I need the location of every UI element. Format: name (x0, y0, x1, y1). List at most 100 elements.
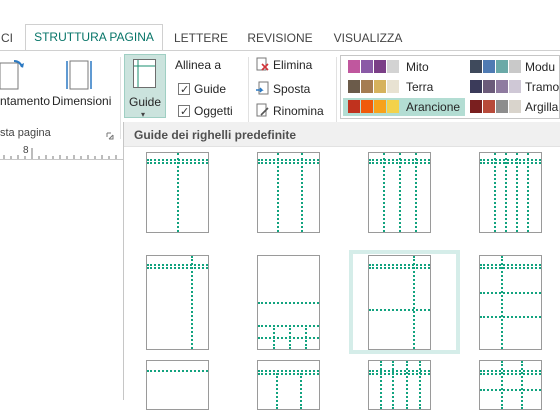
ribbon-tabs: CI STRUTTURA PAGINA LETTERE REVISIONE VI… (0, 0, 560, 51)
guide-preset[interactable] (479, 360, 542, 410)
swatch (374, 100, 386, 113)
guide-line (480, 316, 541, 318)
guide-line (276, 373, 278, 409)
guide-preset[interactable] (257, 360, 320, 410)
scheme-label: Modu (525, 60, 556, 74)
guide-line (501, 256, 503, 349)
swatch (470, 100, 482, 113)
scheme-tramonto[interactable]: Tramo (467, 78, 560, 96)
swatch (348, 100, 360, 113)
dialog-launcher-icon[interactable] (106, 129, 114, 140)
guide-line (415, 153, 417, 232)
swatch (509, 60, 521, 73)
guide-preset[interactable] (146, 152, 209, 233)
guide-line (191, 256, 193, 349)
guide-preset[interactable] (368, 360, 431, 410)
swatch (387, 100, 399, 113)
guide-line (501, 361, 503, 409)
guide-line (380, 361, 382, 409)
guide-line (383, 153, 385, 232)
scheme-mito[interactable]: Mito (343, 58, 465, 76)
scheme-arancione[interactable]: Arancione (343, 98, 465, 116)
workspace (0, 160, 123, 400)
guide-line (369, 309, 430, 311)
swatch (509, 100, 521, 113)
guide-preset[interactable] (257, 255, 320, 350)
guide-preset[interactable] (479, 152, 542, 233)
swatch (361, 100, 373, 113)
tab-view[interactable]: VISUALIZZA (326, 28, 410, 50)
swatch (509, 80, 521, 93)
swatch (496, 60, 508, 73)
guide-line (527, 153, 529, 232)
swatch (361, 60, 373, 73)
guide-line (147, 267, 208, 269)
guide-preset[interactable] (257, 152, 320, 233)
tab-mailings[interactable]: LETTERE (166, 28, 236, 50)
swatch (361, 80, 373, 93)
scheme-moduli[interactable]: Modu (467, 58, 560, 76)
guide-preset-selected[interactable] (368, 255, 431, 350)
scheme-argilla[interactable]: Argilla (467, 98, 560, 116)
align-guides-checkbox[interactable]: Guide (178, 79, 226, 100)
guide-line (480, 373, 541, 375)
page-setup-group-label: sta pagina (0, 127, 51, 139)
align-objects-checkbox[interactable]: Oggetti (178, 101, 233, 122)
guide-line (258, 159, 319, 161)
swatch (496, 100, 508, 113)
swatch (470, 80, 482, 93)
orientation-button[interactable]: ntamento (0, 94, 50, 108)
swatch (387, 80, 399, 93)
size-button[interactable]: Dimensioni (52, 94, 111, 108)
guide-preset[interactable] (146, 255, 209, 350)
checkbox-icon (178, 80, 190, 100)
guide-line (480, 292, 541, 294)
scheme-terra[interactable]: Terra (343, 78, 465, 96)
guide-line (147, 264, 208, 266)
guide-line (480, 162, 541, 164)
swatch (348, 80, 360, 93)
swatch (496, 80, 508, 93)
guide-line (419, 361, 421, 409)
delete-page-icon (256, 57, 269, 71)
guide-line (521, 361, 523, 409)
guide-line (516, 153, 518, 232)
guide-line (369, 264, 430, 266)
swatch (348, 60, 360, 73)
guide-preset[interactable] (479, 255, 542, 350)
guide-line (369, 267, 430, 269)
scheme-label: Arancione (406, 100, 461, 114)
swatch (387, 60, 399, 73)
guide-preset[interactable] (146, 360, 209, 410)
scheme-label: Mito (406, 60, 429, 74)
move-page-button[interactable]: Sposta (256, 79, 310, 99)
tab-partial[interactable]: CI (0, 28, 14, 50)
align-to-label: Allinea a (175, 58, 222, 72)
chevron-down-icon: ▾ (141, 110, 146, 119)
orientation-icon[interactable] (0, 59, 26, 93)
rename-page-button[interactable]: Rinomina (256, 101, 324, 121)
move-page-label: Sposta (273, 82, 311, 96)
swatch (483, 100, 495, 113)
guide-line (258, 373, 319, 375)
guide-line (413, 256, 415, 349)
guide-line (277, 153, 279, 232)
tab-review[interactable]: REVISIONE (240, 28, 320, 50)
delete-page-button[interactable]: Elimina (256, 55, 312, 75)
guide-line (480, 264, 541, 266)
delete-page-label: Elimina (273, 58, 313, 72)
rename-page-icon (256, 103, 269, 117)
ruler-ticks (3, 148, 117, 159)
guides-icon (133, 59, 156, 88)
size-icon[interactable] (66, 59, 92, 93)
horizontal-ruler[interactable]: 8 (0, 144, 123, 160)
guides-button[interactable]: Guide ▾ (124, 54, 166, 119)
guide-line (480, 159, 541, 161)
guide-line (494, 153, 496, 232)
guide-line (289, 325, 291, 349)
guide-preset[interactable] (368, 152, 431, 233)
swatch (374, 60, 386, 73)
rename-page-label: Rinomina (273, 104, 324, 118)
guide-line (406, 361, 408, 409)
tab-page-design[interactable]: STRUTTURA PAGINA (25, 24, 163, 51)
